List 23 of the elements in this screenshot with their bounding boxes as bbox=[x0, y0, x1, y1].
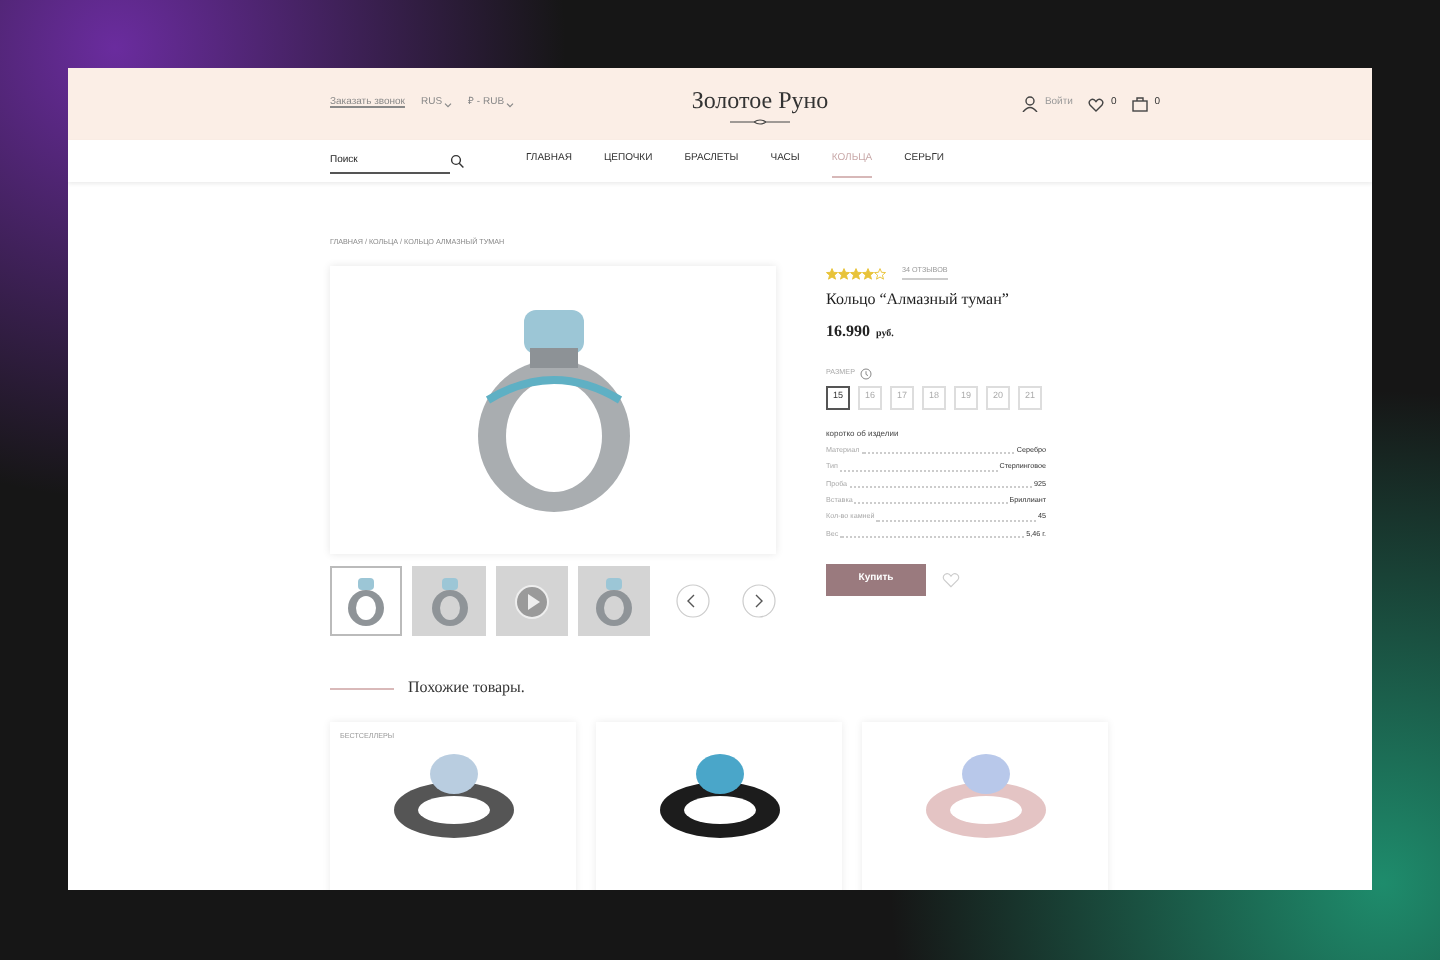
play-icon[interactable] bbox=[513, 583, 550, 620]
ring-drawing bbox=[344, 575, 389, 628]
user-icon[interactable] bbox=[1022, 96, 1039, 112]
heart-icon[interactable] bbox=[1088, 97, 1105, 111]
next-button[interactable] bbox=[742, 584, 777, 619]
price: 16.990 bbox=[826, 319, 870, 344]
thumbnail[interactable] bbox=[330, 566, 403, 637]
ring-drawing bbox=[591, 575, 636, 628]
search-icon[interactable] bbox=[450, 154, 464, 168]
thumbnail[interactable] bbox=[577, 566, 651, 637]
thumbnail[interactable] bbox=[495, 566, 568, 637]
caret-icon[interactable] bbox=[444, 101, 453, 107]
info-icon[interactable] bbox=[860, 367, 873, 380]
bag-icon[interactable] bbox=[1132, 96, 1149, 112]
product-title: Кольцо “Алмазный туман” bbox=[826, 287, 1011, 312]
ring-drawing bbox=[427, 575, 472, 628]
caret-icon[interactable] bbox=[506, 101, 515, 107]
previous-button[interactable] bbox=[676, 584, 711, 619]
ornament-icon bbox=[730, 118, 790, 126]
product-card[interactable] bbox=[596, 722, 842, 890]
thumbnail[interactable] bbox=[412, 566, 486, 637]
logo: Золотое Руно bbox=[691, 84, 829, 118]
section-title: Похожие товары. bbox=[408, 676, 525, 701]
